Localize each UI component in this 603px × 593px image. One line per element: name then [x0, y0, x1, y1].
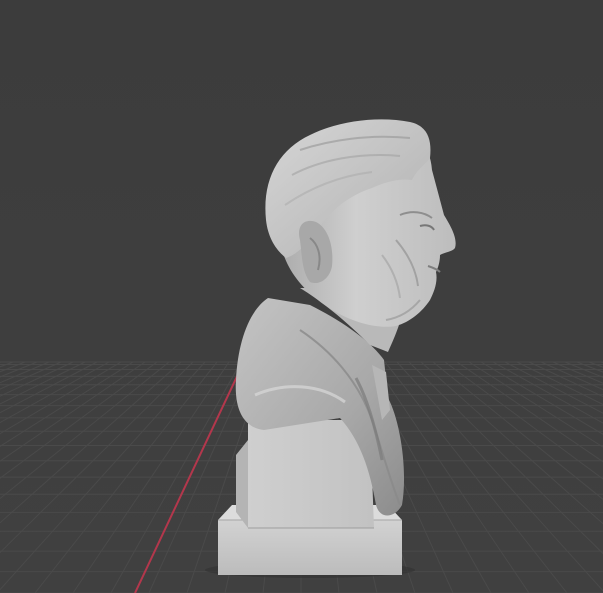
- viewport-canvas[interactable]: [0, 0, 603, 593]
- 3d-viewport[interactable]: [0, 0, 603, 593]
- bust-pedestal: [236, 420, 374, 529]
